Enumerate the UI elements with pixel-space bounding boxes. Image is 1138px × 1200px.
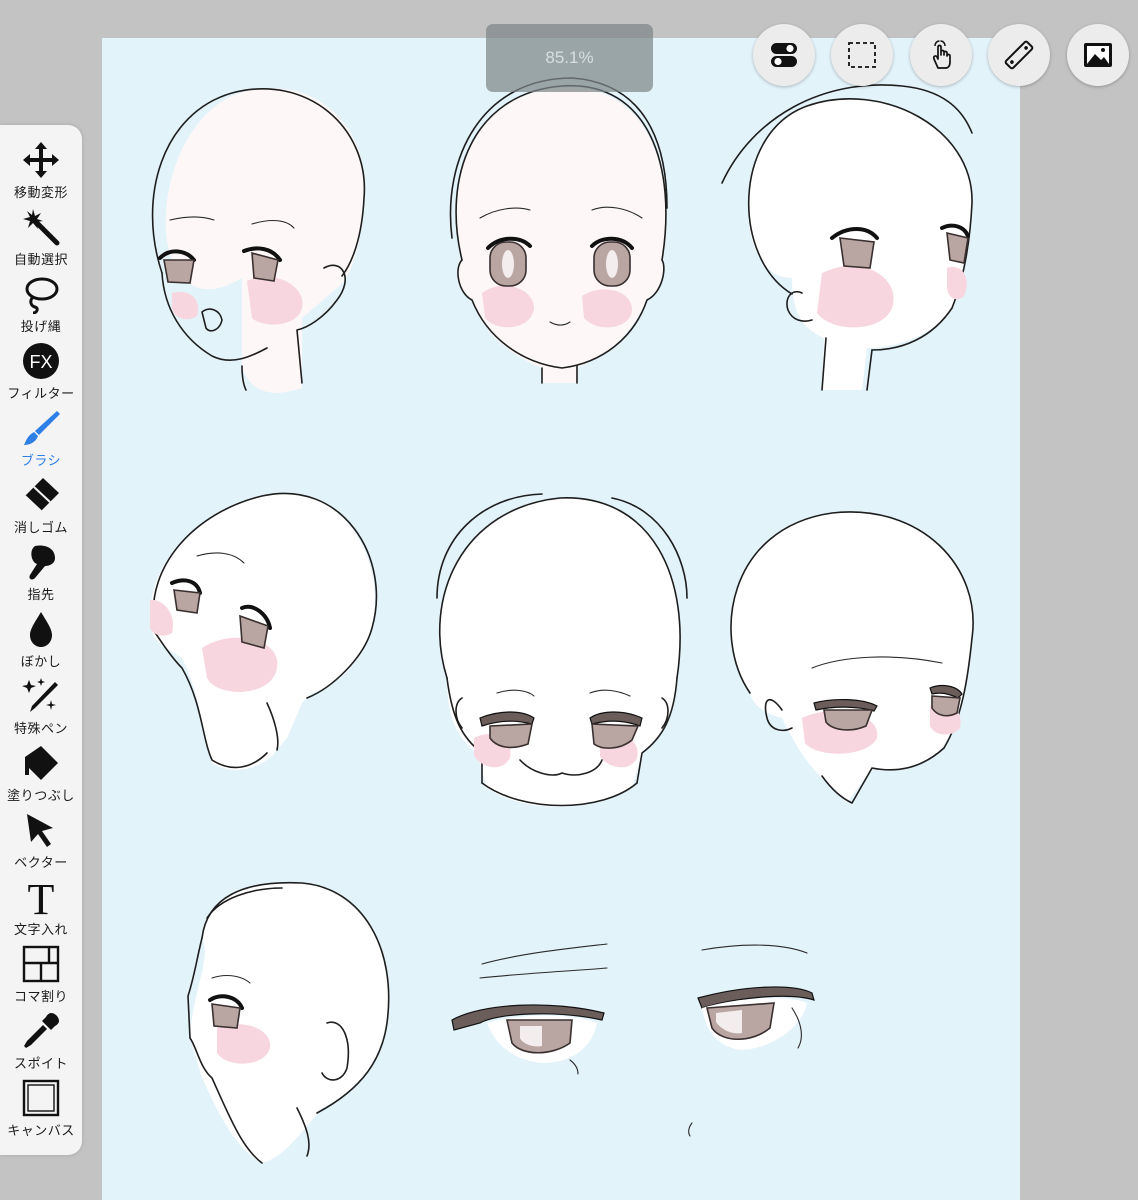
tool-lasso[interactable]: 投げ縄 bbox=[0, 274, 82, 340]
tool-label: 移動変形 bbox=[13, 186, 68, 201]
zoom-indicator: 85.1% bbox=[486, 24, 653, 92]
head-sketches-artwork bbox=[150, 77, 974, 1164]
head-sketch-7 bbox=[187, 881, 390, 1164]
toggle-icon bbox=[771, 43, 797, 67]
tool-dropper[interactable]: スポイト bbox=[0, 1011, 82, 1077]
tool-label: ベクター bbox=[14, 856, 68, 871]
tool-vector[interactable]: ベクター bbox=[0, 810, 82, 876]
tool-label: 塗りつぶし bbox=[7, 789, 75, 804]
drawing-canvas[interactable] bbox=[102, 38, 1020, 1200]
image-icon bbox=[1084, 43, 1112, 67]
tool-label: 投げ縄 bbox=[20, 320, 62, 335]
head-sketch-2 bbox=[449, 77, 668, 384]
head-sketch-5 bbox=[436, 493, 688, 807]
image-button[interactable] bbox=[1067, 24, 1129, 86]
text-t-icon: T bbox=[28, 877, 55, 917]
magic-wand-icon bbox=[23, 209, 60, 246]
tool-filter[interactable]: FX フィルター bbox=[0, 341, 82, 407]
tool-label: フィルター bbox=[7, 387, 75, 402]
move-arrows-icon bbox=[23, 142, 59, 178]
eye-study-left bbox=[451, 943, 608, 1075]
tool-text[interactable]: T 文字入れ bbox=[0, 877, 82, 943]
tool-label: ぼかし bbox=[20, 655, 62, 670]
tool-move[interactable]: 移動変形 bbox=[0, 140, 82, 206]
head-sketch-3 bbox=[721, 84, 973, 391]
svg-text:T: T bbox=[28, 877, 55, 917]
tool-label: 特殊ペン bbox=[13, 722, 68, 737]
tool-label: スポイト bbox=[13, 1057, 68, 1072]
tool-label: キャンバス bbox=[7, 1124, 75, 1139]
selection-icon bbox=[848, 42, 876, 68]
eyedropper-icon bbox=[24, 1013, 59, 1048]
brush-icon bbox=[24, 411, 60, 445]
canvas-icon bbox=[22, 1079, 60, 1117]
touch-gesture-button[interactable] bbox=[910, 24, 972, 86]
tool-finger[interactable]: 指先 bbox=[0, 542, 82, 608]
tool-special-pen[interactable]: 特殊ペン bbox=[0, 676, 82, 742]
lasso-icon bbox=[25, 277, 59, 314]
tool-label: コマ割り bbox=[13, 990, 68, 1005]
tool-blur[interactable]: ぼかし bbox=[0, 609, 82, 675]
tool-magic-select[interactable]: 自動選択 bbox=[0, 207, 82, 273]
head-sketch-6 bbox=[730, 511, 974, 804]
head-sketch-4 bbox=[150, 492, 378, 770]
tool-label: 消しゴム bbox=[13, 521, 68, 536]
tool-brush[interactable]: ブラシ bbox=[0, 408, 82, 474]
fx-icon: FX bbox=[23, 343, 59, 379]
tool-palette: 移動変形 自動選択 投げ縄 FX フィルター ブラシ 消しゴム 指先 ぼかし 特… bbox=[0, 125, 82, 1155]
tool-label: 文字入れ bbox=[13, 923, 68, 938]
touch-gesture-icon bbox=[932, 40, 951, 69]
tool-label: 自動選択 bbox=[13, 253, 68, 268]
eraser-icon bbox=[24, 478, 59, 512]
selection-button[interactable] bbox=[831, 24, 893, 86]
tool-fill[interactable]: 塗りつぶし bbox=[0, 743, 82, 809]
tool-canvas[interactable]: キャンバス bbox=[0, 1078, 82, 1144]
tool-eraser[interactable]: 消しゴム bbox=[0, 475, 82, 541]
head-sketch-1 bbox=[151, 88, 366, 393]
ruler-icon bbox=[1004, 40, 1034, 70]
drop-icon bbox=[30, 612, 52, 647]
bucket-icon bbox=[25, 746, 58, 780]
finger-smudge-icon bbox=[29, 545, 55, 580]
cursor-arrow-icon bbox=[27, 814, 53, 847]
tool-label: 指先 bbox=[27, 588, 55, 603]
toggle-button[interactable] bbox=[753, 24, 815, 86]
tool-label: ブラシ bbox=[20, 454, 62, 469]
panel-frame-icon bbox=[22, 945, 60, 983]
ruler-button[interactable] bbox=[988, 24, 1050, 86]
special-pen-icon bbox=[22, 678, 58, 712]
svg-text:FX: FX bbox=[29, 352, 52, 372]
eye-study-right bbox=[688, 944, 815, 1137]
tool-frame[interactable]: コマ割り bbox=[0, 944, 82, 1010]
